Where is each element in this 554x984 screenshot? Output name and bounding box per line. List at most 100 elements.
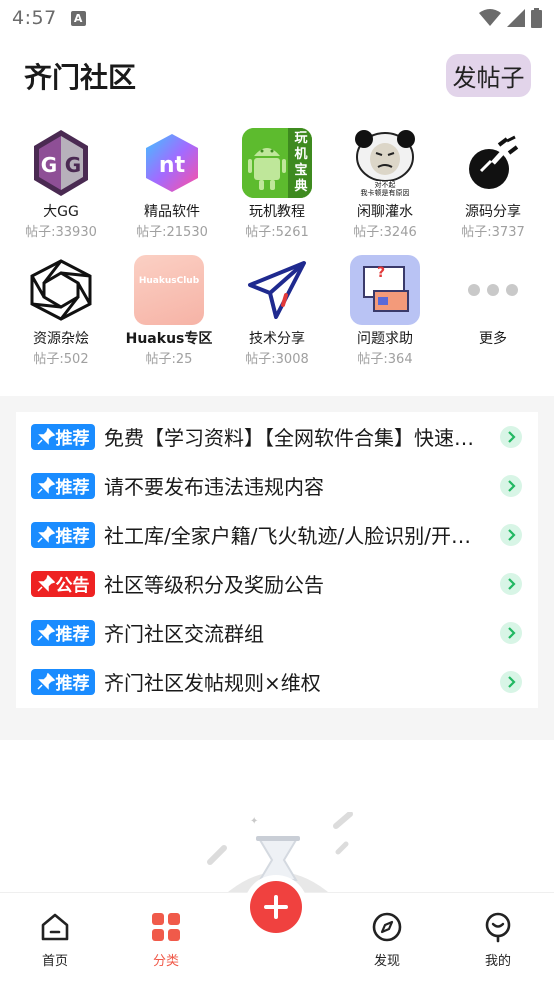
icon-caption: 玩机宝典 [294,131,308,194]
category-name: 大GG [43,204,79,220]
notice-tag: 推荐 [31,668,95,695]
category-count: 帖子:21530 [136,225,208,240]
category-count: 帖子:364 [357,352,413,367]
notice-title: 齐门社区发帖规则×维权 [104,671,321,695]
svg-text:G: G [41,153,57,177]
category-count: 帖子:5261 [245,225,309,240]
notice-row[interactable]: 推荐 社工库/全家户籍/飞火轨迹/人脸识别/开房记录 [16,510,538,559]
notice-title: 免费【学习资料】【全网软件合集】快速转存 [104,426,489,450]
notice-title: 齐门社区交流群组 [104,622,264,646]
status-time: 4:57 [12,7,57,29]
icon-caption: ? [377,265,386,281]
status-indicators [479,8,542,28]
notice-tag-label: 推荐 [55,625,90,645]
nav-category[interactable]: 分类 [126,911,206,969]
notice-row[interactable]: 公告 社区等级积分及奖励公告 [16,559,538,608]
icon-caption: 对不起 我卡顿是有原因 [360,181,410,197]
notice-title: 请不要发布违法违规内容 [104,475,324,499]
nav-label: 我的 [484,954,511,969]
notice-tag: 推荐 [31,472,95,499]
category-item[interactable]: 源码分享 帖子:3737 [439,128,547,242]
category-item[interactable]: G G 大GG 帖子:33930 [7,128,115,242]
category-item-more[interactable]: 更多 [439,255,547,369]
question-board-icon: ? [350,255,420,325]
category-item[interactable]: 玩机宝典 玩机教程 帖子:5261 [223,128,331,242]
nt-logo-icon: nt [137,128,207,198]
profile-face-icon [485,912,511,943]
chevron-right-icon [500,621,522,644]
notice-row[interactable]: 推荐 免费【学习资料】【全网软件合集】快速转存 [16,412,538,461]
battery-icon [531,8,542,28]
category-count [439,351,547,369]
paper-plane-icon [242,255,312,325]
huakus-club-icon: HuakusClub [134,255,204,325]
notice-tag: 公告 [31,570,95,597]
nav-profile[interactable]: 我的 [458,911,538,969]
notice-tag-label: 推荐 [55,429,90,449]
category-grid: G G 大GG 帖子:33930 nt 精品软件 帖子:21530 玩机宝典 玩… [0,116,554,396]
bottom-nav: 首页 分类 发现 我的 [0,881,554,984]
panda-meme-icon: 对不起 我卡顿是有原因 [350,128,420,198]
wifi-icon [479,9,501,26]
category-name: 玩机教程 [249,204,305,220]
category-name: 更多 [479,331,507,347]
notice-tag: 推荐 [31,423,95,450]
category-count: 帖子:3008 [245,352,309,367]
category-name: 闲聊灌水 [357,204,413,220]
android-guide-icon: 玩机宝典 [242,128,312,198]
category-name: Huakus专区 [125,331,213,347]
icon-caption: HuakusClub [138,276,200,286]
nav-discover[interactable]: 发现 [347,911,427,969]
category-item[interactable]: 技术分享 帖子:3008 [223,255,331,369]
post-button[interactable]: 发帖子 [446,54,531,97]
pin-icon [36,427,55,445]
category-grid-icon [152,913,180,941]
more-dots-icon [458,255,528,325]
create-post-fab[interactable] [250,881,302,933]
chevron-right-icon [500,474,522,497]
hexagon-knot-icon [26,255,96,325]
notice-tag-label: 推荐 [55,478,90,498]
category-item[interactable]: HuakusClub Huakus专区 帖子:25 [115,255,223,369]
plus-icon [264,895,288,919]
category-name: 精品软件 [144,204,200,220]
rocket-code-icon [458,128,528,198]
empty-state-area: ✦ [0,740,554,892]
category-item[interactable]: ? 问题求助 帖子:364 [331,255,439,369]
header: 齐门社区 发帖子 [0,36,554,116]
svg-text:G: G [65,153,81,177]
nav-label: 分类 [152,954,179,969]
notification-icon: A [70,10,86,26]
notice-tag-label: 推荐 [55,674,90,694]
notice-row[interactable]: 推荐 齐门社区发帖规则×维权 [16,657,538,706]
pin-icon [36,672,55,690]
nav-label: 首页 [41,954,68,969]
notice-title: 社工库/全家户籍/飞火轨迹/人脸识别/开房记录 [104,524,489,548]
nav-label: 发现 [373,954,400,969]
pin-icon [36,574,55,592]
category-count: 帖子:25 [145,352,193,367]
category-item[interactable]: 资源杂烩 帖子:502 [7,255,115,369]
notice-tag-label: 公告 [55,576,90,596]
category-item[interactable]: nt 精品软件 帖子:21530 [118,128,226,242]
home-icon [41,913,69,941]
notice-row[interactable]: 推荐 齐门社区交流群组 [16,608,538,657]
chevron-right-icon [500,425,522,448]
category-name: 资源杂烩 [33,331,89,347]
pin-icon [36,476,55,494]
category-name: 问题求助 [357,331,413,347]
category-name: 源码分享 [465,204,521,220]
notice-list: 推荐 免费【学习资料】【全网软件合集】快速转存 推荐 请不要发布违法违规内容 推… [16,412,538,708]
category-count: 帖子:3737 [461,225,525,240]
svg-text:nt: nt [159,153,186,178]
gg-logo-icon: G G [26,128,96,198]
status-bar: 4:57 A [0,0,554,36]
notice-row[interactable]: 推荐 请不要发布违法违规内容 [16,461,538,510]
cell-signal-icon [507,9,525,27]
category-item[interactable]: 对不起 我卡顿是有原因 闲聊灌水 帖子:3246 [331,128,439,242]
page-title: 齐门社区 [24,61,137,94]
hourglass-illustration-icon: ✦ [207,812,353,892]
compass-icon [372,912,402,942]
pin-icon [36,623,55,641]
nav-home[interactable]: 首页 [15,911,95,969]
